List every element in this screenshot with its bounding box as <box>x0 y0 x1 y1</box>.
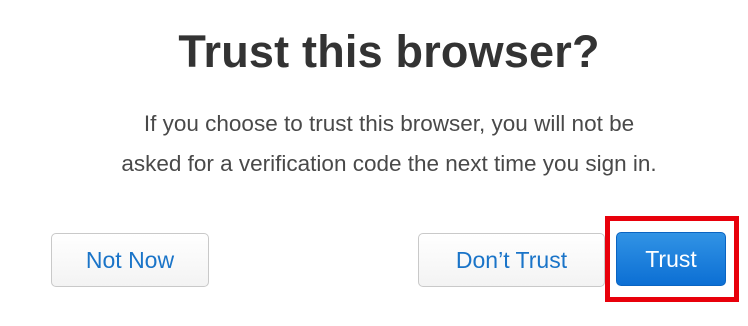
trust-browser-dialog: Trust this browser? If you choose to tru… <box>0 0 748 326</box>
dialog-message: If you choose to trust this browser, you… <box>40 104 738 184</box>
dont-trust-button[interactable]: Don’t Trust <box>418 233 605 287</box>
dialog-message-line-1: If you choose to trust this browser, you… <box>143 111 635 136</box>
not-now-button[interactable]: Not Now <box>51 233 209 287</box>
dialog-message-line-2: asked for a verification code the next t… <box>121 151 657 176</box>
trust-button[interactable]: Trust <box>616 232 726 286</box>
dialog-title: Trust this browser? <box>178 26 600 77</box>
